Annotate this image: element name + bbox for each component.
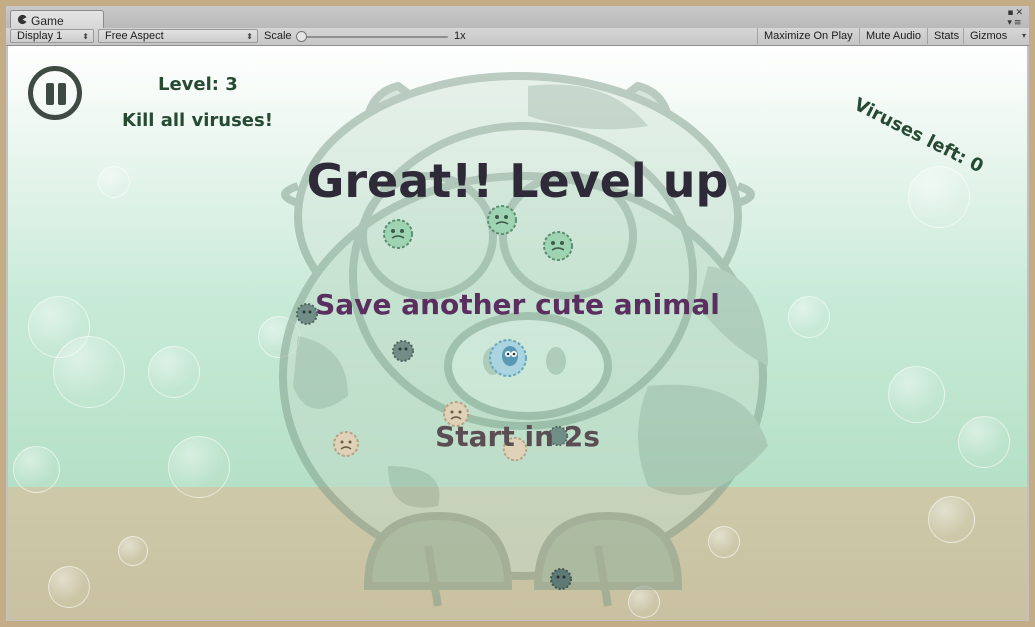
maximize-on-play-toggle[interactable]: Maximize On Play	[758, 28, 860, 44]
virus-icon[interactable]	[548, 566, 574, 592]
stats-label: Stats	[934, 30, 960, 42]
mute-audio-toggle[interactable]: Mute Audio	[860, 28, 928, 44]
pacman-icon	[17, 14, 27, 25]
virus-icon[interactable]	[390, 338, 416, 364]
game-window: Game ▪✕ ▾≡ Display 1 ⬍ Free Aspect ⬍ Scal…	[6, 6, 1029, 621]
objective-text: Kill all viruses!	[122, 110, 273, 131]
cow-silhouette	[279, 72, 768, 607]
virus-icon[interactable]	[380, 216, 416, 252]
mute-audio-label: Mute Audio	[866, 30, 922, 42]
scale-slider-thumb[interactable]	[296, 31, 307, 42]
game-viewport[interactable]: Level: 3 Kill all viruses! Viruses left:…	[8, 46, 1027, 620]
display-dropdown[interactable]: Display 1 ⬍	[10, 29, 94, 43]
gizmos-dropdown[interactable]: Gizmos ▾	[964, 28, 1029, 44]
updown-icon: ⬍	[82, 32, 89, 41]
scale-slider-track[interactable]	[300, 36, 448, 38]
virus-icon[interactable]	[486, 336, 530, 380]
countdown-text: Start in 2s	[435, 420, 600, 453]
level-up-title: Great!! Level up	[306, 154, 729, 208]
updown-icon: ⬍	[246, 32, 253, 41]
dropdown-arrow-icon: ▾	[1021, 31, 1026, 40]
tab-label: Game	[31, 14, 64, 28]
save-animal-subtitle: Save another cute animal	[315, 288, 720, 321]
aspect-dropdown[interactable]: Free Aspect ⬍	[98, 29, 258, 43]
display-value: Display 1	[17, 30, 63, 42]
scale-value: 1x	[454, 30, 466, 42]
window-controls[interactable]: ▪✕ ▾≡	[1007, 8, 1025, 28]
pause-button[interactable]	[28, 66, 82, 120]
maximize-on-play-label: Maximize On Play	[764, 30, 853, 42]
virus-icon[interactable]	[540, 228, 576, 264]
tab-bar: Game ▪✕ ▾≡	[6, 6, 1029, 30]
game-toolbar: Display 1 ⬍ Free Aspect ⬍ Scale 1x Maxim…	[6, 28, 1029, 46]
level-indicator: Level: 3	[158, 74, 238, 95]
gizmos-label: Gizmos	[970, 30, 1008, 42]
stats-toggle[interactable]: Stats	[928, 28, 964, 44]
aspect-value: Free Aspect	[105, 30, 164, 42]
scale-label: Scale	[264, 30, 292, 42]
tab-game[interactable]: Game	[10, 10, 104, 30]
